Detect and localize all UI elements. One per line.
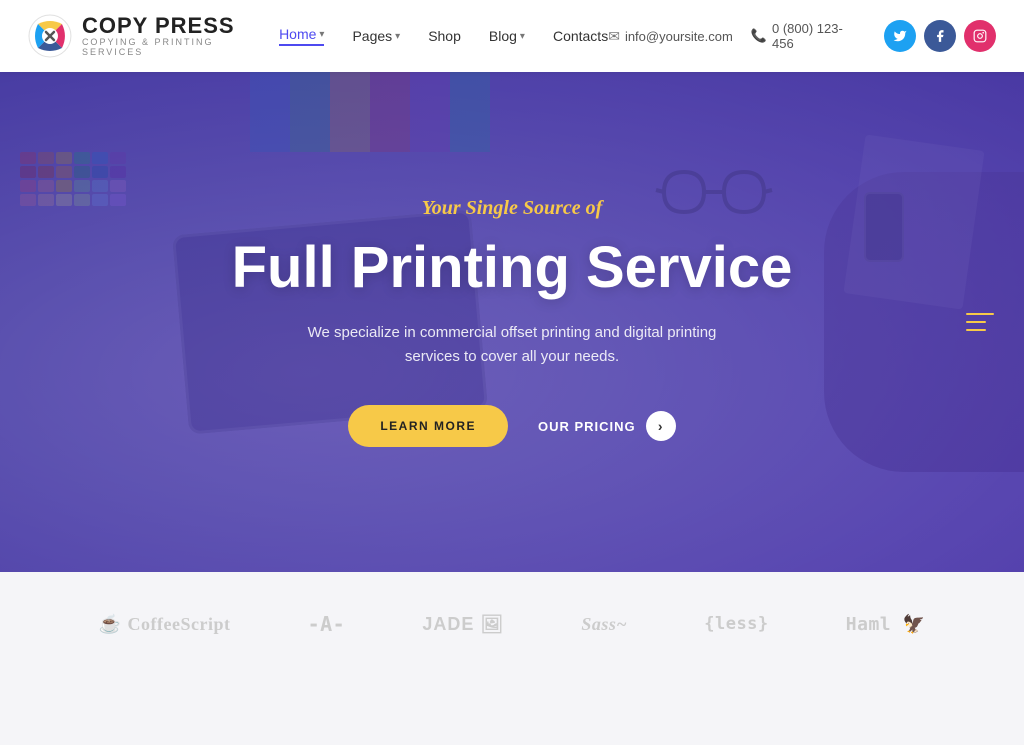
instagram-button[interactable] [964, 20, 996, 52]
twitter-icon [893, 29, 907, 43]
nav-blog[interactable]: Blog ▾ [489, 28, 525, 44]
brand-sass: Sass~ [581, 614, 627, 635]
brand-coffeescript: ☕ CoffeeScript [99, 614, 231, 635]
nav-contacts[interactable]: Contacts [553, 28, 608, 44]
email-icon: ✉ [608, 28, 620, 45]
hero-title: Full Printing Service [232, 236, 793, 300]
brand-less: {less} [704, 614, 768, 634]
hero-subtitle: Your Single Source of [232, 197, 793, 220]
nav-home[interactable]: Home ▾ [279, 26, 324, 46]
contact-info: ✉ info@yoursite.com 📞 0 (800) 123-456 [608, 21, 864, 51]
hero-description: We specialize in commercial offset print… [302, 321, 722, 369]
logo-text: COPY PRESS COPYING & PRINTING SERVICES [82, 14, 279, 58]
chevron-down-icon: ▾ [319, 29, 324, 40]
nav-shop[interactable]: Shop [428, 28, 461, 44]
coffee-icon: ☕ [99, 614, 122, 635]
chevron-down-icon: ▾ [395, 31, 400, 42]
site-header: COPY PRESS COPYING & PRINTING SERVICES H… [0, 0, 1024, 72]
learn-more-button[interactable]: LEARN MORE [348, 405, 508, 447]
twitter-button[interactable] [884, 20, 916, 52]
brand-angular: -A- [308, 612, 346, 636]
hero-content: Your Single Source of Full Printing Serv… [212, 197, 813, 448]
header-right: ✉ info@yoursite.com 📞 0 (800) 123-456 [608, 20, 996, 52]
menu-line-top [966, 313, 994, 315]
facebook-icon [933, 29, 947, 43]
nav-pages[interactable]: Pages ▾ [352, 28, 400, 44]
menu-line-mid [966, 321, 986, 323]
email-contact[interactable]: ✉ info@yoursite.com [608, 28, 733, 45]
logo-sub-text: COPYING & PRINTING SERVICES [82, 38, 279, 58]
phone-contact[interactable]: 📞 0 (800) 123-456 [751, 21, 864, 51]
chevron-down-icon: ▾ [520, 31, 525, 42]
menu-line-bot [966, 329, 986, 331]
hero-section: Your Single Source of Full Printing Serv… [0, 72, 1024, 572]
our-pricing-button[interactable]: OUR PRICING › [538, 411, 676, 441]
phone-icon: 📞 [751, 28, 767, 44]
social-icons [884, 20, 996, 52]
logo-main-text: COPY PRESS [82, 14, 279, 38]
hero-menu-lines[interactable] [966, 313, 994, 331]
arrow-circle-icon: › [646, 411, 676, 441]
hero-buttons: LEARN MORE OUR PRICING › [232, 405, 793, 447]
instagram-icon [973, 29, 987, 43]
facebook-button[interactable] [924, 20, 956, 52]
logo[interactable]: COPY PRESS COPYING & PRINTING SERVICES [28, 14, 279, 58]
main-nav: Home ▾ Pages ▾ Shop Blog ▾ Contacts [279, 26, 608, 46]
brand-haml: Haml 🦅 [846, 614, 926, 635]
logo-icon [28, 14, 72, 58]
brands-strip: ☕ CoffeeScript -A- JADE 🖼 Sass~ {less} H… [0, 572, 1024, 676]
brand-jade: JADE 🖼 [422, 614, 504, 635]
